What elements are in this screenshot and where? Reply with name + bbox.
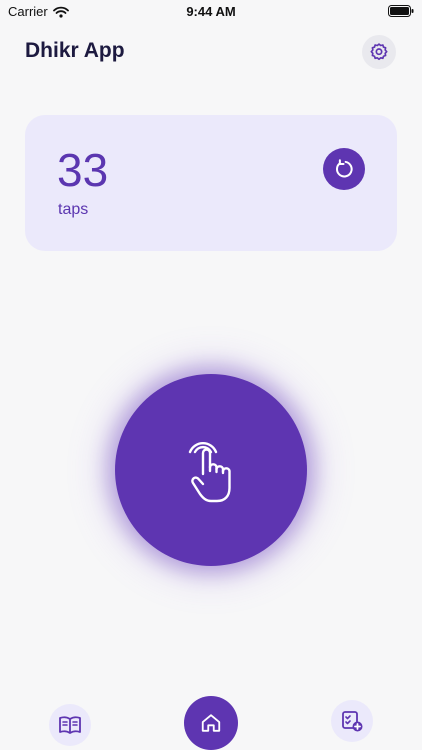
- refresh-icon: [335, 159, 353, 178]
- tap-count: 33: [57, 144, 109, 196]
- hand-pointer-icon: [188, 442, 231, 503]
- nav-add-button[interactable]: [331, 700, 373, 742]
- page-title: Dhikr App: [25, 39, 125, 62]
- status-time: 9:44 AM: [186, 4, 236, 19]
- gear-icon: [370, 43, 388, 61]
- battery-icon: [388, 5, 414, 17]
- reset-button[interactable]: [323, 148, 365, 190]
- counter-card: 33 taps: [25, 115, 397, 251]
- app-header: Dhikr App: [0, 30, 422, 74]
- checklist-add-icon: [342, 711, 363, 732]
- settings-button[interactable]: [362, 35, 396, 69]
- nav-library-button[interactable]: [49, 704, 91, 746]
- tap-button[interactable]: [115, 374, 307, 566]
- tap-count-label: taps: [58, 201, 89, 218]
- bottom-nav: [0, 690, 422, 750]
- nav-home-button[interactable]: [184, 696, 238, 750]
- book-icon: [59, 716, 81, 734]
- status-bar: Carrier 9:44 AM: [0, 0, 422, 22]
- home-icon: [201, 714, 221, 732]
